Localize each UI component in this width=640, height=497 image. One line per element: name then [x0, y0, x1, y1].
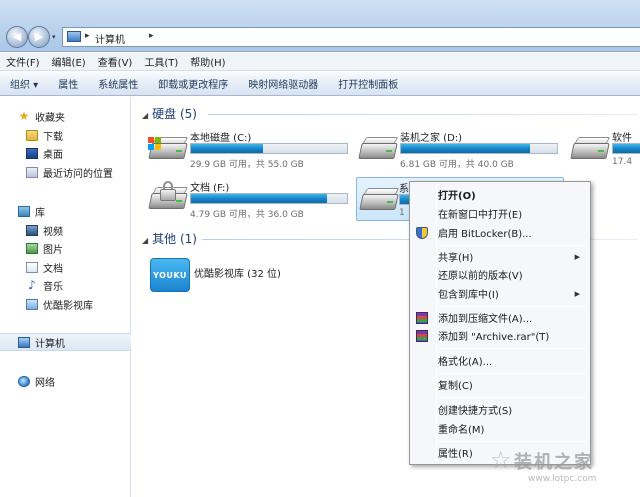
- drive-space-info: 6.81 GB 可用，共 40.0 GB: [400, 160, 514, 170]
- group-other[interactable]: ◢ 其他 (1): [142, 230, 197, 247]
- menu-separator: [438, 348, 586, 349]
- youku-logo-icon[interactable]: YOUKU: [150, 258, 190, 292]
- drive-software[interactable]: 软件 17.4: [570, 127, 640, 171]
- ctx-format[interactable]: 格式化(A)...: [412, 351, 588, 370]
- desktop-icon: [26, 147, 38, 159]
- menu-bar: 文件(F) 编辑(E) 查看(V) 工具(T) 帮助(H): [0, 53, 640, 71]
- star-icon: ★: [18, 108, 30, 123]
- submenu-arrow-icon: ▶: [574, 289, 580, 298]
- breadcrumb-chevron-icon[interactable]: ▸: [85, 31, 90, 41]
- drive-c[interactable]: 本地磁盘 (C:) 29.9 GB 可用，共 55.0 GB: [148, 127, 354, 171]
- drive-name: 软件: [612, 133, 632, 144]
- drive-d[interactable]: 装机之家 (D:) 6.81 GB 可用，共 40.0 GB: [358, 127, 564, 171]
- youku-library-item[interactable]: 优酷影视库 (32 位): [194, 265, 281, 280]
- hard-drive-icon: [148, 135, 189, 161]
- library-icon: [18, 205, 30, 217]
- locked-drive-icon: [148, 181, 189, 211]
- drive-space-info: 17.4: [612, 157, 633, 167]
- ctx-add-archive-rar[interactable]: 添加到 "Archive.rar"(T): [412, 326, 588, 345]
- ctx-copy[interactable]: 复制(C): [412, 375, 588, 394]
- drive-f[interactable]: 文档 (F:) 4.79 GB 可用，共 36.0 GB: [148, 177, 354, 221]
- forward-button[interactable]: ▶: [28, 26, 50, 48]
- system-properties-button[interactable]: 系统属性: [98, 76, 138, 91]
- computer-icon: [18, 336, 30, 348]
- menu-separator: [438, 373, 586, 374]
- drive-space-info: 4.79 GB 可用，共 36.0 GB: [190, 210, 304, 220]
- lock-icon: [160, 181, 176, 203]
- library-icon: [26, 298, 38, 310]
- group-divider: [208, 114, 638, 115]
- video-icon: [26, 224, 38, 236]
- ctx-open-new-window[interactable]: 在新窗口中打开(E): [412, 204, 588, 223]
- ctx-create-shortcut[interactable]: 创建快捷方式(S): [412, 400, 588, 419]
- folder-icon: [26, 129, 38, 141]
- music-icon: ♪: [28, 277, 36, 292]
- uninstall-button[interactable]: 卸载或更改程序: [158, 76, 228, 91]
- menu-view[interactable]: 查看(V): [98, 54, 133, 69]
- hard-drive-icon: [358, 135, 399, 161]
- watermark: ☆ 装机之家 www.lotpc.com: [490, 446, 597, 484]
- navigation-pane: ★ 收藏夹 下载 桌面 最近访问的位置 库 视频 图片 文档 ♪ 音乐 优酷影视…: [0, 97, 131, 497]
- map-network-drive-button[interactable]: 映射网络驱动器: [248, 76, 318, 91]
- properties-button[interactable]: 属性: [58, 76, 78, 91]
- back-button[interactable]: ◀: [6, 26, 28, 48]
- watermark-star-icon: ☆: [490, 446, 512, 474]
- hard-drive-icon: [359, 186, 400, 212]
- sidebar-item-network[interactable]: 网络: [18, 372, 149, 390]
- sidebar-item-libraries[interactable]: 库: [18, 202, 149, 220]
- picture-icon: [26, 242, 38, 254]
- drive-name: 文档 (F:): [190, 183, 230, 194]
- drive-usage-bar: [190, 193, 348, 204]
- drive-space-info: 29.9 GB 可用，共 55.0 GB: [190, 160, 304, 170]
- drive-name: 本地磁盘 (C:): [190, 133, 252, 144]
- organize-button[interactable]: 组织 ▾: [10, 76, 38, 91]
- drive-usage-bar: [612, 143, 640, 154]
- open-control-panel-button[interactable]: 打开控制面板: [338, 76, 398, 91]
- winrar-icon: [416, 311, 428, 324]
- collapse-triangle-icon: ◢: [142, 111, 149, 120]
- breadcrumb-computer[interactable]: 计算机: [95, 31, 125, 46]
- windows-logo-icon: [148, 137, 161, 150]
- ctx-open[interactable]: 打开(O): [412, 185, 588, 204]
- ctx-include-library[interactable]: 包含到库中(I) ▶: [412, 284, 588, 303]
- menu-separator: [438, 245, 586, 246]
- drive-space-info: 1: [399, 208, 405, 218]
- ctx-share[interactable]: 共享(H) ▶: [412, 247, 588, 266]
- menu-file[interactable]: 文件(F): [6, 54, 40, 69]
- ctx-restore-previous[interactable]: 还原以前的版本(V): [412, 265, 588, 284]
- ctx-add-archive[interactable]: 添加到压缩文件(A)...: [412, 308, 588, 327]
- shield-icon: [416, 226, 428, 239]
- menu-edit[interactable]: 编辑(E): [52, 54, 86, 69]
- ctx-bitlocker[interactable]: 启用 BitLocker(B)...: [412, 223, 588, 242]
- hard-drive-icon: [570, 135, 611, 161]
- document-icon: [26, 261, 38, 273]
- drive-usage-bar: [400, 143, 558, 154]
- menu-separator: [438, 441, 586, 442]
- menu-separator: [438, 306, 586, 307]
- recent-pages-dropdown[interactable]: ▾: [52, 33, 60, 41]
- breadcrumb-chevron-icon[interactable]: ▸: [149, 31, 154, 41]
- ctx-rename[interactable]: 重命名(M): [412, 419, 588, 438]
- command-toolbar: 组织 ▾ 属性 系统属性 卸载或更改程序 映射网络驱动器 打开控制面板: [0, 72, 640, 96]
- winrar-icon: [416, 329, 428, 342]
- network-icon: [18, 375, 30, 387]
- drive-name: 装机之家 (D:): [400, 133, 463, 144]
- context-menu: 打开(O) 在新窗口中打开(E) 启用 BitLocker(B)... 共享(H…: [409, 181, 591, 465]
- sidebar-item-computer[interactable]: 计算机: [0, 333, 131, 351]
- menu-tools[interactable]: 工具(T): [144, 54, 178, 69]
- sidebar-item-favorites[interactable]: ★ 收藏夹: [18, 107, 149, 125]
- drive-usage-bar: [190, 143, 348, 154]
- menu-separator: [438, 397, 586, 398]
- address-bar[interactable]: ▸ 计算机 ▸: [62, 27, 640, 47]
- group-hard-disks[interactable]: ◢ 硬盘 (5): [142, 105, 197, 122]
- menu-help[interactable]: 帮助(H): [190, 54, 225, 69]
- recent-places-icon: [26, 166, 38, 178]
- computer-icon: [67, 31, 81, 42]
- submenu-arrow-icon: ▶: [574, 252, 580, 261]
- title-bar: ◀ ▶ ▾ ▸ 计算机 ▸: [0, 0, 640, 52]
- collapse-triangle-icon: ◢: [142, 236, 149, 245]
